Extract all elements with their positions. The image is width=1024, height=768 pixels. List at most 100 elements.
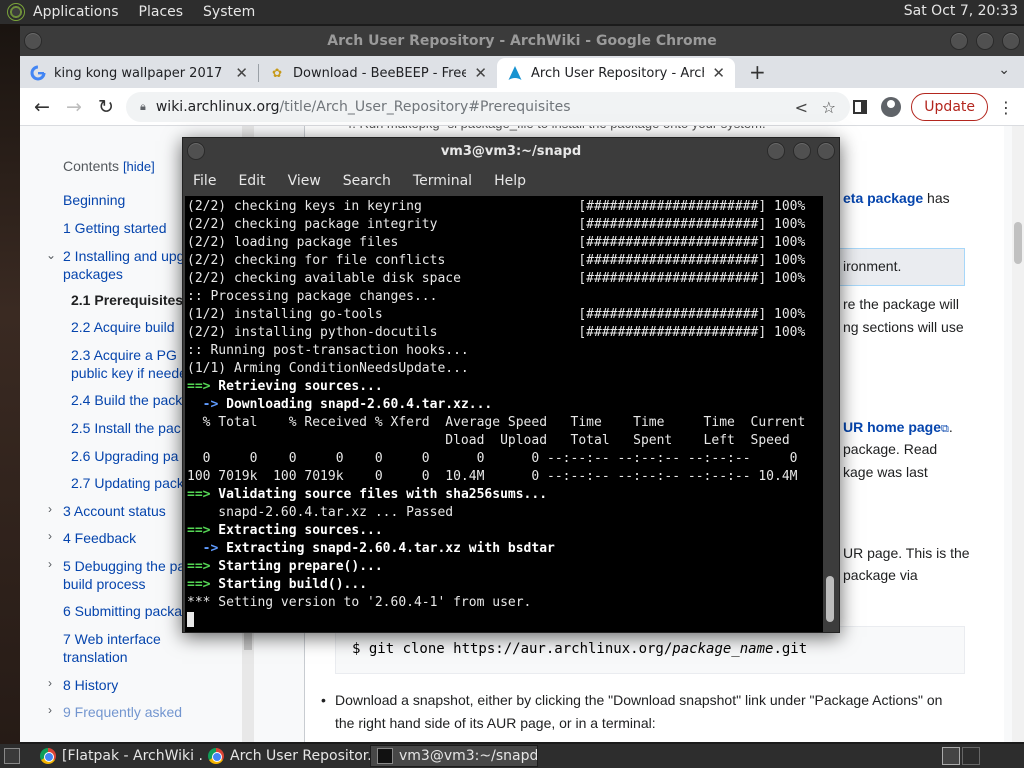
tab-beebeep[interactable]: ✿ Download - BeeBEEP - Free C ✕ bbox=[259, 58, 497, 88]
toc-item[interactable]: 2.7 Updating pack bbox=[71, 474, 184, 492]
menu-edit[interactable]: Edit bbox=[238, 173, 265, 189]
terminal-close-button[interactable] bbox=[817, 142, 835, 160]
menu-view[interactable]: View bbox=[288, 173, 321, 189]
side-panel-icon[interactable] bbox=[853, 100, 868, 114]
terminal-line: (1/1) Arming ConditionNeedsUpdate... bbox=[187, 361, 469, 376]
toc-item[interactable]: 2.2 Acquire build bbox=[71, 318, 175, 336]
reload-icon[interactable]: ↻ bbox=[92, 96, 120, 118]
close-window-button[interactable] bbox=[1002, 32, 1020, 50]
panel-clock[interactable]: Sat Oct 7, 20:33 bbox=[904, 3, 1018, 19]
bullet-text: the right hand side of its AUR page, or … bbox=[335, 715, 656, 731]
close-tab-icon[interactable]: ✕ bbox=[235, 64, 248, 82]
profile-avatar-icon[interactable] bbox=[881, 97, 902, 117]
note-text: ironment. bbox=[843, 258, 902, 274]
terminal-minimize-button[interactable] bbox=[767, 142, 785, 160]
toc-item[interactable]: 2.6 Upgrading pa bbox=[71, 447, 178, 465]
expand-chevron-icon[interactable]: › bbox=[48, 676, 52, 690]
page-scrollbar[interactable] bbox=[1012, 126, 1024, 742]
toc-hide-link[interactable]: [hide] bbox=[123, 159, 155, 174]
back-icon[interactable]: ← bbox=[28, 96, 56, 118]
terminal-output[interactable]: (2/2) checking keys in keyring [########… bbox=[185, 196, 825, 632]
toc-item[interactable]: 5 Debugging the pa bbox=[63, 557, 185, 575]
update-button[interactable]: Update bbox=[911, 93, 988, 121]
menu-search[interactable]: Search bbox=[343, 173, 391, 189]
expand-chevron-icon[interactable]: › bbox=[48, 502, 52, 516]
address-bar[interactable]: 🔒︎ wiki.archlinux.org /title/Arch_User_R… bbox=[126, 92, 850, 122]
toc-item[interactable]: Beginning bbox=[63, 191, 125, 209]
menu-places[interactable]: Places bbox=[139, 4, 184, 20]
terminal-line: *** Setting version to '2.60.4-1' from u… bbox=[187, 595, 532, 610]
chrome-titlebar[interactable]: Arch User Repository - ArchWiki - Google… bbox=[20, 26, 1024, 56]
toc-item[interactable]: packages bbox=[63, 265, 123, 283]
meta-package-link[interactable]: eta package bbox=[843, 190, 923, 206]
task-flatpak-archwiki[interactable]: [Flatpak - ArchWiki ... bbox=[34, 745, 202, 767]
expand-chevron-icon[interactable]: › bbox=[48, 703, 52, 717]
toc-item[interactable]: build process bbox=[63, 575, 146, 593]
tab-label: Download - BeeBEEP - Free C bbox=[293, 65, 467, 81]
terminal-titlebar[interactable]: vm3@vm3:~/snapd bbox=[183, 138, 839, 166]
terminal-line: (2/2) checking package integrity [######… bbox=[187, 217, 806, 232]
expand-chevron-icon[interactable]: › bbox=[48, 557, 52, 571]
toc-item[interactable]: 3 Account status bbox=[63, 502, 166, 520]
expand-chevron-icon[interactable]: › bbox=[48, 529, 52, 543]
close-tab-icon[interactable]: ✕ bbox=[712, 64, 725, 82]
toc-item-current[interactable]: 2.1 Prerequisites bbox=[71, 291, 183, 309]
bullet-icon: • bbox=[321, 692, 326, 708]
menu-file[interactable]: File bbox=[193, 173, 216, 189]
toc-item[interactable]: 2.5 Install the pac bbox=[71, 419, 181, 437]
terminal-line: :: Running post-transaction hooks... bbox=[187, 343, 469, 358]
page-scroll-thumb[interactable] bbox=[1014, 222, 1022, 264]
terminal-line: -> Downloading snapd-2.60.4.tar.xz... bbox=[187, 397, 493, 412]
menu-help[interactable]: Help bbox=[494, 173, 526, 189]
bookmark-star-icon[interactable]: ☆ bbox=[822, 98, 836, 117]
toc-title: Contents bbox=[63, 158, 120, 174]
terminal-line: (2/2) checking for file conflicts [#####… bbox=[187, 253, 806, 268]
toc-item[interactable]: public key if neede bbox=[71, 364, 187, 382]
show-desktop-icon[interactable] bbox=[4, 748, 20, 764]
toc-item[interactable]: 6 Submitting packa bbox=[63, 602, 182, 620]
workspace-2[interactable] bbox=[962, 747, 980, 765]
toc-item[interactable]: 8 History bbox=[63, 676, 118, 694]
toc-item[interactable]: 9 Frequently asked bbox=[63, 703, 182, 721]
terminal-maximize-button[interactable] bbox=[793, 142, 811, 160]
code-block[interactable]: $ git clone https://aur.archlinux.org/pa… bbox=[335, 626, 965, 674]
aur-home-line: UR home page⧉. bbox=[843, 419, 953, 435]
toc-item[interactable]: 1 Getting started bbox=[63, 219, 167, 237]
terminal-prompt-line[interactable] bbox=[187, 612, 825, 630]
maximize-button[interactable] bbox=[976, 32, 994, 50]
toc-item[interactable]: 2.3 Acquire a PG bbox=[71, 346, 177, 364]
terminal-icon bbox=[377, 748, 393, 764]
site-info-icon[interactable]: 🔒︎ bbox=[140, 100, 146, 114]
window-menu-button[interactable] bbox=[24, 32, 42, 50]
collapse-chevron-icon[interactable]: ⌄ bbox=[46, 248, 56, 262]
aur-home-link[interactable]: UR home page bbox=[843, 419, 941, 435]
tab-strip: king kong wallpaper 2017 - Go ✕ ✿ Downlo… bbox=[20, 56, 1024, 88]
menu-applications[interactable]: Applications bbox=[33, 4, 119, 20]
terminal-window: vm3@vm3:~/snapd File Edit View Search Te… bbox=[182, 137, 840, 633]
toc-item[interactable]: translation bbox=[63, 648, 128, 666]
forward-icon[interactable]: → bbox=[60, 96, 88, 118]
terminal-scrollbar[interactable] bbox=[823, 196, 837, 632]
toc-item[interactable]: 4 Feedback bbox=[63, 529, 136, 547]
terminal-window-menu-button[interactable] bbox=[187, 142, 205, 160]
workspace-1[interactable] bbox=[942, 747, 960, 765]
menu-terminal[interactable]: Terminal bbox=[413, 173, 472, 189]
tab-search-chevron-icon[interactable]: ⌄ bbox=[998, 62, 1010, 78]
toc-item[interactable]: 2.4 Build the pack bbox=[71, 391, 182, 409]
toc-item[interactable]: 2 Installing and upg bbox=[63, 247, 184, 265]
tab-aur[interactable]: Arch User Repository - ArchW ✕ bbox=[497, 58, 735, 88]
terminal-line: ==> Starting build()... bbox=[187, 577, 368, 592]
minimize-button[interactable] bbox=[950, 32, 968, 50]
new-tab-icon[interactable]: + bbox=[749, 60, 766, 84]
task-terminal[interactable]: vm3@vm3:~/snapd bbox=[370, 745, 538, 767]
tab-king-kong[interactable]: king kong wallpaper 2017 - Go ✕ bbox=[20, 58, 258, 88]
chrome-menu-icon[interactable]: ⋮ bbox=[998, 98, 1014, 117]
toc-item[interactable]: 7 Web interface bbox=[63, 630, 161, 648]
mate-logo-icon[interactable] bbox=[7, 3, 25, 21]
terminal-scroll-thumb[interactable] bbox=[826, 576, 834, 622]
menu-system[interactable]: System bbox=[203, 4, 255, 20]
task-aur-archwiki[interactable]: Arch User Repositor... bbox=[202, 745, 370, 767]
close-tab-icon[interactable]: ✕ bbox=[474, 64, 487, 82]
tab-label: Arch User Repository - ArchW bbox=[531, 65, 705, 81]
share-icon[interactable]: < bbox=[795, 98, 808, 117]
